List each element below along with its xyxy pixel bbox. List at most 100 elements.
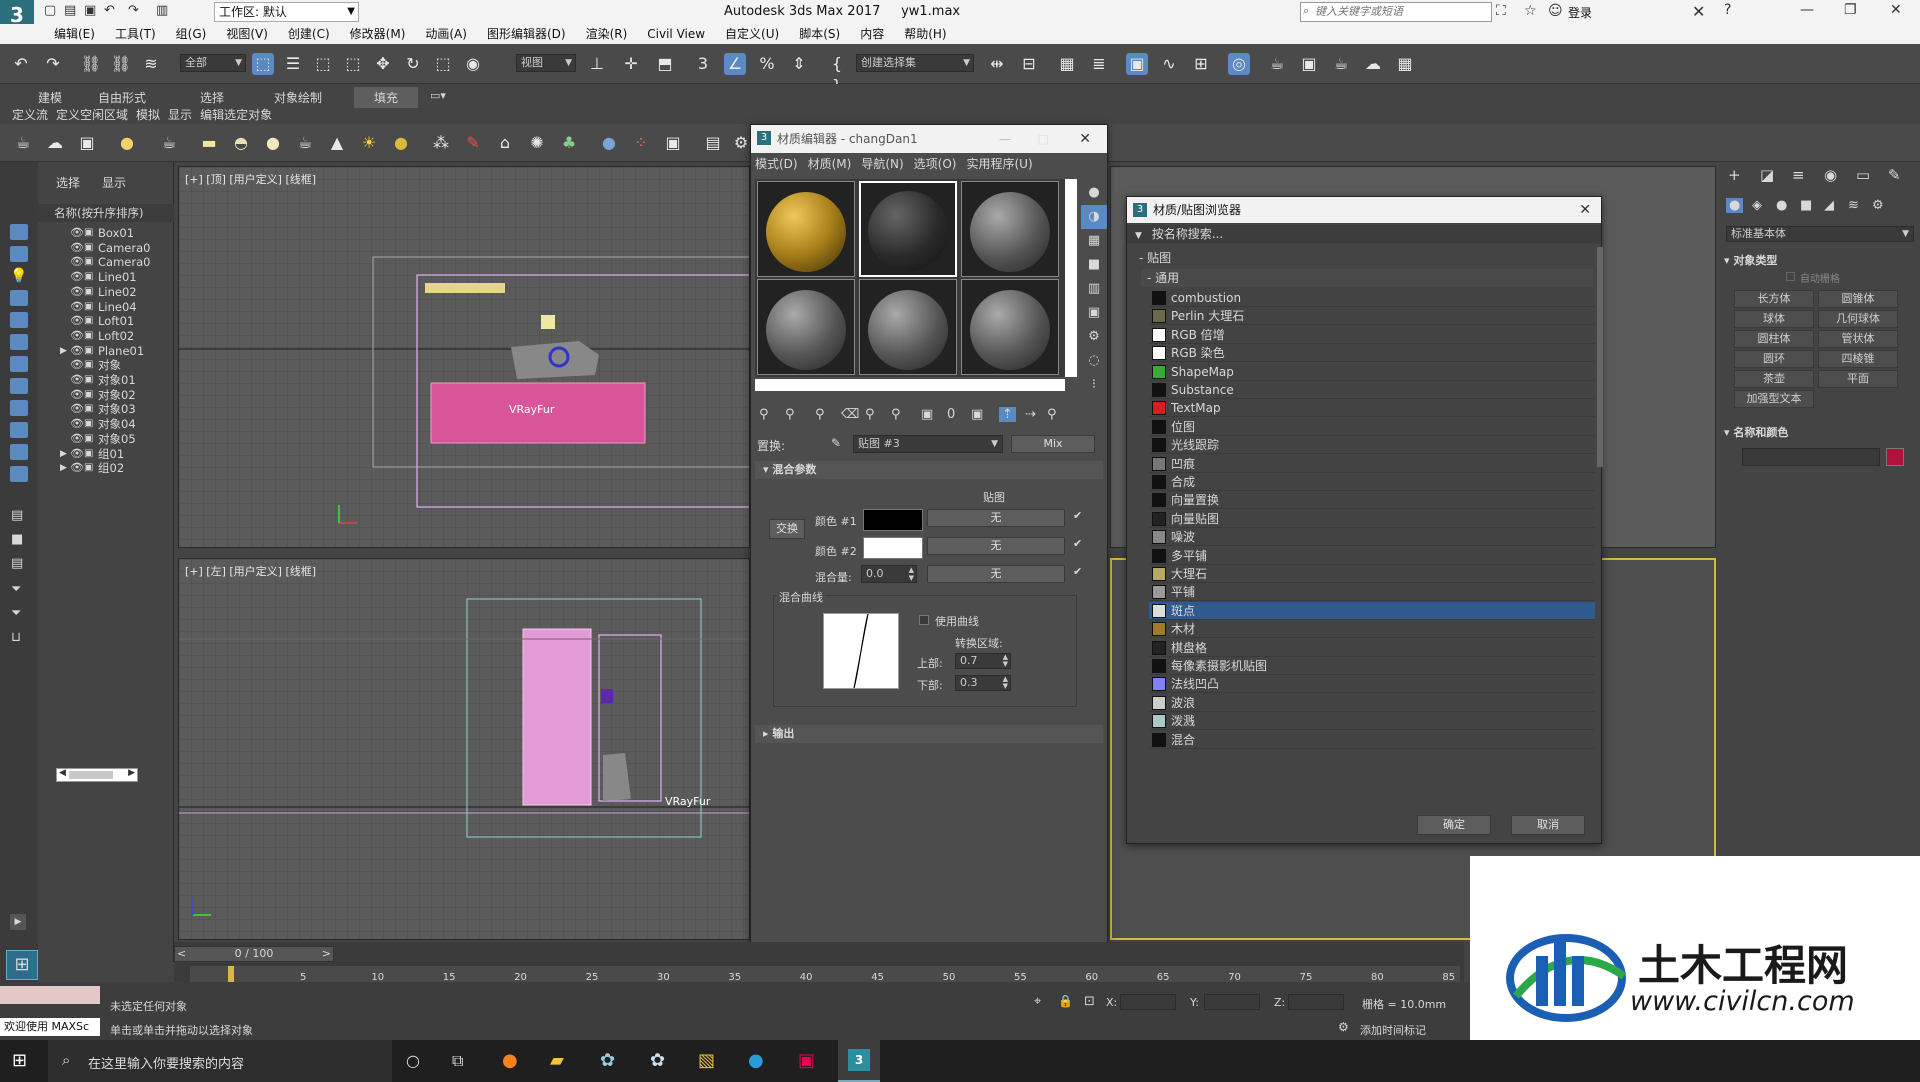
z-field[interactable] xyxy=(1288,994,1344,1010)
lights-icon[interactable]: ● xyxy=(1776,198,1787,213)
app-icon-4[interactable]: ▣ xyxy=(798,1050,815,1071)
sample-slot-1[interactable] xyxy=(757,181,855,277)
funnel-icon[interactable]: ⏷ xyxy=(11,582,21,597)
browser-scrollbar[interactable] xyxy=(1597,247,1603,467)
put-to-library-icon[interactable]: ⚲ xyxy=(891,407,901,422)
map-list-item[interactable]: RGB 倍增 xyxy=(1149,325,1595,344)
sun-icon[interactable]: ☀ xyxy=(358,132,380,154)
name-color-rollout[interactable]: ▾ 名称和颜色 xyxy=(1724,424,1788,440)
scroll-right-icon[interactable]: ▶ xyxy=(128,768,135,778)
ribbon-display[interactable]: 显示 xyxy=(168,108,192,122)
angle-snap-icon[interactable]: ∠ xyxy=(724,53,746,75)
notes-icon[interactable]: ▤ xyxy=(11,556,23,571)
map-list-item[interactable]: 棋盘格 xyxy=(1149,638,1595,657)
manipulate-icon[interactable]: ✛ xyxy=(620,53,642,75)
material-editor-titlebar[interactable]: 3 材质编辑器 - changDan1 — □ ✕ xyxy=(751,125,1107,153)
map-list-item[interactable]: 噪波 xyxy=(1149,528,1595,547)
sample-slot-2[interactable] xyxy=(859,181,957,277)
keyboard-shortcut-icon[interactable]: ⬒ xyxy=(654,53,676,75)
map-list-item[interactable]: 木材 xyxy=(1149,620,1595,639)
ribbon-tab-freeform[interactable]: 自由形式 xyxy=(98,89,146,106)
hidden-filter-icon[interactable] xyxy=(10,466,28,482)
shapes-icon[interactable]: ◈ xyxy=(1752,198,1762,213)
cancel-button[interactable]: 取消 xyxy=(1511,815,1585,835)
map-list-item[interactable]: 法线凹凸 xyxy=(1149,675,1595,694)
object-name-field[interactable] xyxy=(1742,448,1880,466)
sort-header[interactable]: 名称(按升序排序) xyxy=(38,204,174,222)
map-list-item[interactable]: 位图 xyxy=(1149,417,1595,436)
time-tag-icon[interactable]: ⚙ xyxy=(1338,1020,1349,1034)
pyramid-button[interactable]: 四棱锥 xyxy=(1818,350,1898,368)
select-by-name-icon[interactable]: ☰ xyxy=(282,53,304,75)
geosphere-button[interactable]: 几何球体 xyxy=(1818,310,1898,328)
menu-edit[interactable]: 编辑(E) xyxy=(44,24,105,44)
mesh-icon[interactable]: ✺ xyxy=(526,132,548,154)
material-editor-icon[interactable]: ◎ xyxy=(1228,53,1250,75)
edge-icon[interactable]: ● xyxy=(748,1050,764,1071)
spacewarps-icon[interactable]: ≋ xyxy=(1848,198,1859,213)
next-frame-icon[interactable]: > xyxy=(322,947,331,961)
sample-uv-icon[interactable]: ■ xyxy=(1081,253,1107,277)
go-forward-icon[interactable]: ⇢ xyxy=(1025,407,1036,422)
spacewarp-filter-icon[interactable] xyxy=(10,334,28,350)
color2-map-button[interactable]: 无 xyxy=(927,537,1065,555)
selection-filter-dropdown[interactable]: 全部 ▼ xyxy=(180,54,246,72)
y-field[interactable] xyxy=(1204,994,1260,1010)
file-explorer-icon[interactable]: ▰ xyxy=(550,1050,564,1071)
open-file-icon[interactable]: ▤ xyxy=(64,3,76,18)
prev-frame-icon[interactable]: < xyxy=(177,947,186,961)
cortana-icon[interactable]: ○ xyxy=(406,1051,420,1070)
light-icon[interactable]: ● xyxy=(116,132,138,154)
tab-select[interactable]: 选择 xyxy=(56,174,80,191)
vfb-icon[interactable]: ▣ xyxy=(662,132,684,154)
color2-check[interactable]: ✔ xyxy=(1073,537,1082,550)
redo-icon[interactable]: ↷ xyxy=(128,3,139,18)
redo-icon[interactable]: ↷ xyxy=(42,53,64,75)
multimat-icon[interactable]: ⁘ xyxy=(630,132,652,154)
menu-material[interactable]: 材质(M) xyxy=(808,157,852,171)
help-icon[interactable]: ? xyxy=(1724,2,1731,18)
mix-amount-spinner[interactable]: 0.0 ▲ ▼ xyxy=(861,565,917,583)
ribbon-tab-selection[interactable]: 选择 xyxy=(200,89,224,106)
material-sphere-icon[interactable]: ● xyxy=(598,132,620,154)
window-crossing-icon[interactable]: ⬚ xyxy=(342,53,364,75)
windows-start-icon[interactable]: ⊞ xyxy=(12,1050,27,1071)
link-icon[interactable]: ⛓ xyxy=(80,53,102,75)
cylinder-button[interactable]: 圆柱体 xyxy=(1734,330,1814,348)
sample-slot-5[interactable] xyxy=(859,279,957,375)
a360-icon[interactable]: ▦ xyxy=(1394,53,1416,75)
reset-map-icon[interactable]: ⌫ xyxy=(841,407,859,422)
box-icon[interactable]: ▬ xyxy=(198,132,220,154)
scale-icon[interactable]: ⬚ xyxy=(432,53,454,75)
sample-slot-6[interactable] xyxy=(961,279,1059,375)
map-list-item[interactable]: RGB 染色 xyxy=(1149,344,1595,363)
eyedropper-icon[interactable]: ✎ xyxy=(831,436,841,450)
maps-group-header[interactable]: - 贴图 xyxy=(1133,249,1593,267)
search-box[interactable]: ⌕ xyxy=(1300,2,1492,22)
autogrid-checkbox[interactable] xyxy=(1786,272,1795,281)
video-color-icon[interactable]: ▥ xyxy=(1081,277,1107,301)
viewport-top[interactable]: [+] [顶] [用户定义] [线框] VRayFur xyxy=(178,166,750,548)
close-x-icon[interactable]: ✕ xyxy=(1692,2,1705,21)
x-field[interactable] xyxy=(1120,994,1176,1010)
move-icon[interactable]: ✥ xyxy=(372,53,394,75)
color1-swatch[interactable] xyxy=(863,509,923,531)
plant-icon[interactable]: ♣ xyxy=(558,132,580,154)
plane-button[interactable]: 平面 xyxy=(1818,370,1898,388)
visibility-eye-icon[interactable]: 👁 xyxy=(70,459,84,477)
firefox-icon[interactable]: ● xyxy=(502,1050,518,1071)
map-list-item[interactable]: 多平铺 xyxy=(1149,546,1595,565)
map-list-item[interactable]: 向量贴图 xyxy=(1149,509,1595,528)
helpers-icon[interactable]: ◢ xyxy=(1824,198,1834,213)
ribbon-tab-object-paint[interactable]: 对象绘制 xyxy=(274,89,322,106)
object-color-swatch[interactable] xyxy=(1886,448,1904,466)
menu-tools[interactable]: 工具(T) xyxy=(105,24,166,44)
menu-navigation[interactable]: 导航(N) xyxy=(861,157,903,171)
use-curve-checkbox[interactable] xyxy=(919,615,929,625)
tray-icon[interactable]: ⊔ xyxy=(11,630,21,645)
map-list-item[interactable]: 大理石 xyxy=(1149,565,1595,583)
camera-filter-icon[interactable] xyxy=(10,290,28,306)
task-view-icon[interactable]: ⧉ xyxy=(452,1051,463,1071)
mix-amount-check[interactable]: ✔ xyxy=(1073,565,1082,578)
map-list-item[interactable]: Substance xyxy=(1149,381,1595,399)
